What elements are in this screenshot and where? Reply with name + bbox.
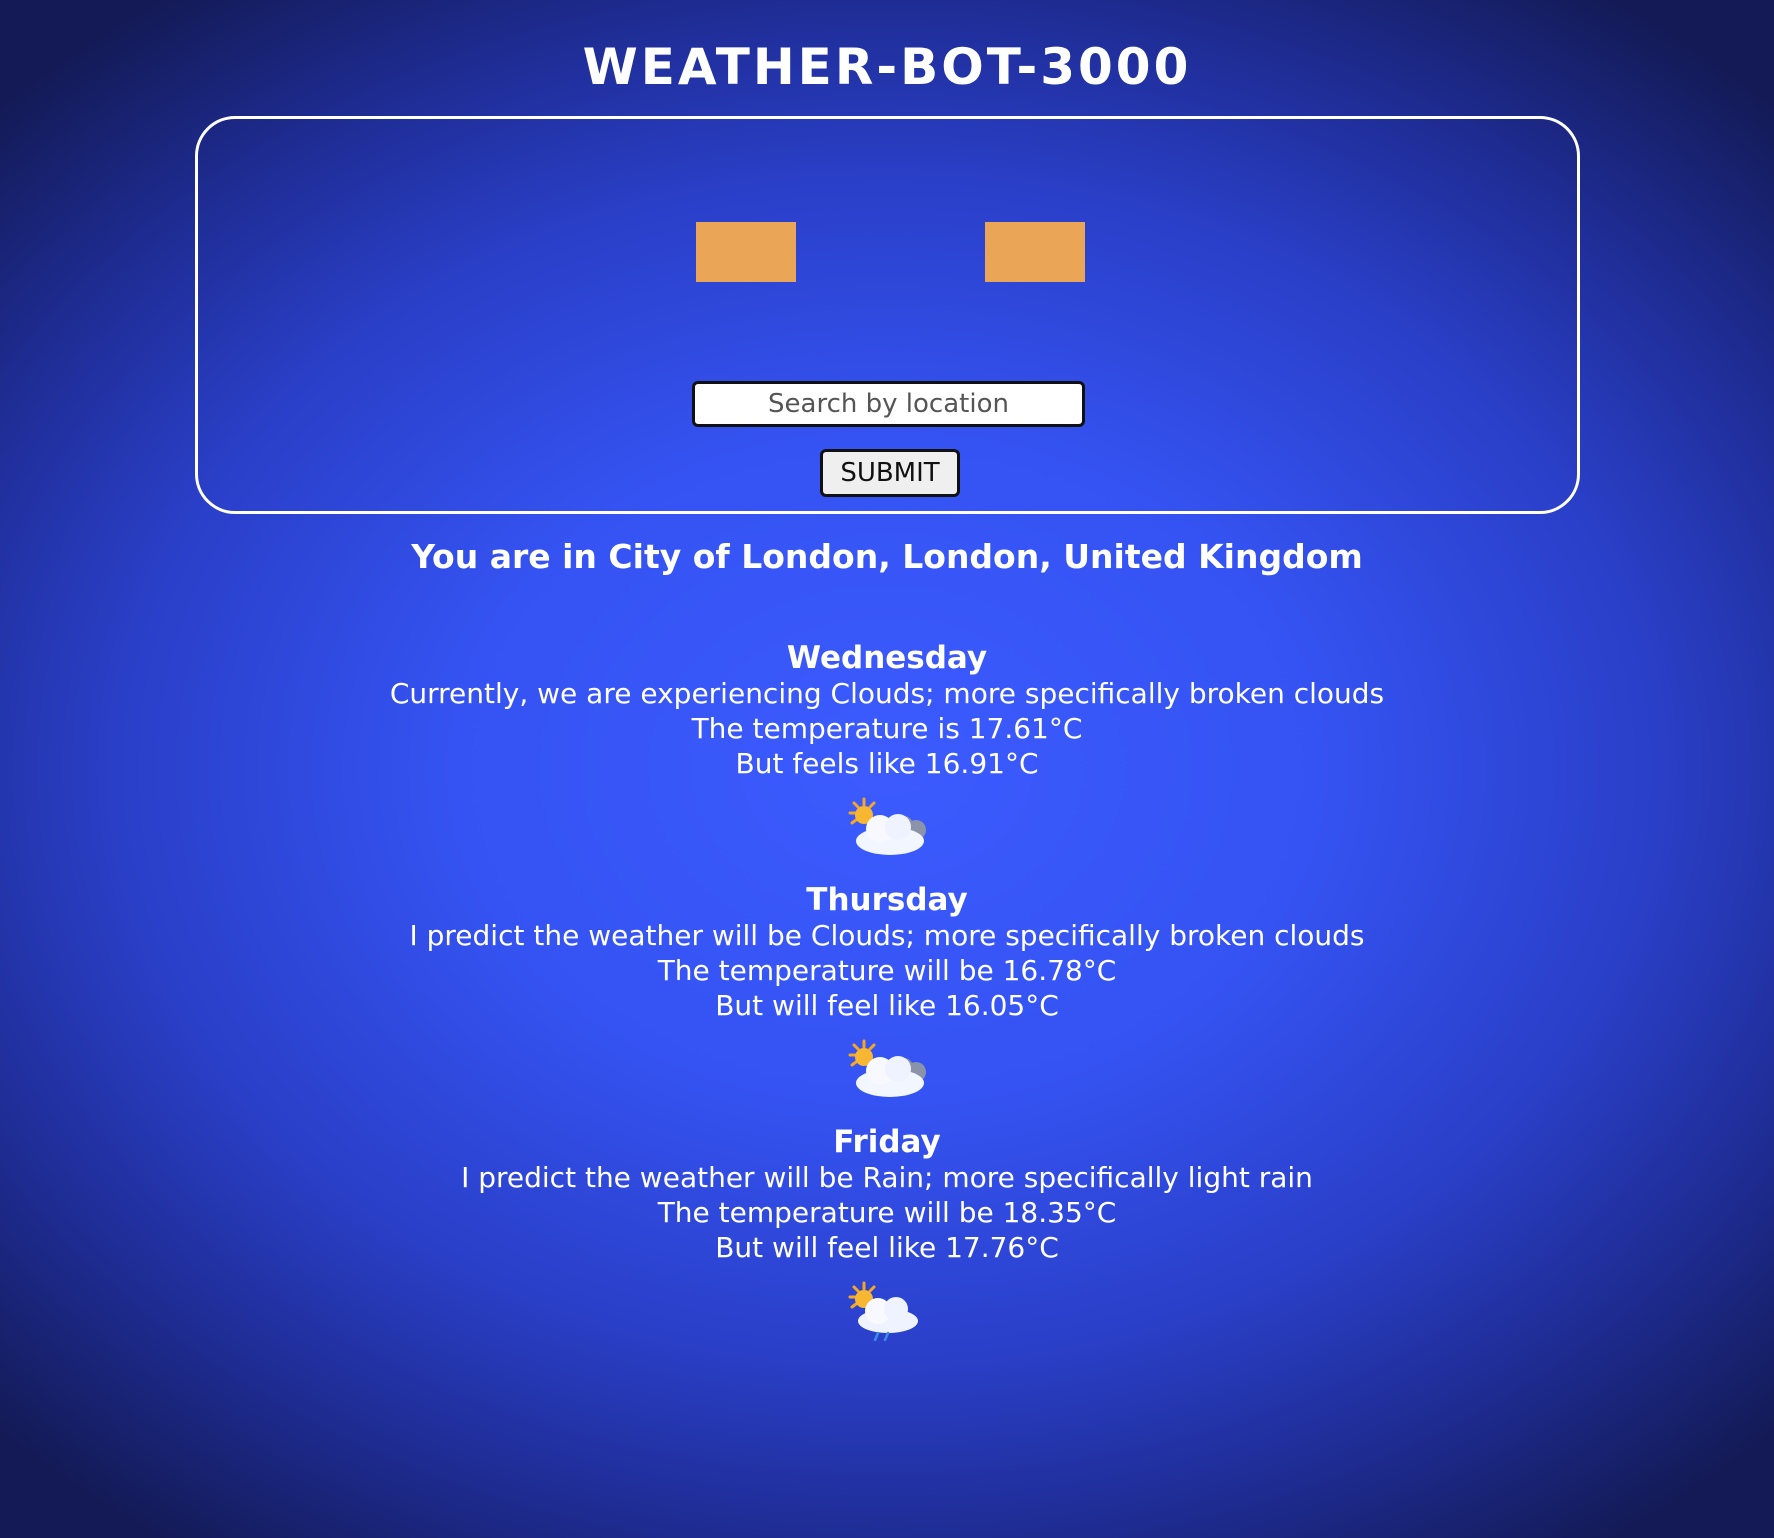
robot-right-eye [985, 222, 1085, 282]
sun-behind-cloud-icon [848, 1039, 926, 1097]
forecast-feels-like: But will feel like 17.76°C [715, 1231, 1059, 1264]
forecast-day-name: Friday [833, 1124, 941, 1160]
robot-left-eye [696, 222, 796, 282]
forecast-condition: I predict the weather will be Rain; more… [461, 1161, 1313, 1194]
forecast-day-name: Wednesday [786, 640, 988, 676]
forecast-temperature: The temperature will be 18.35°C [657, 1196, 1117, 1229]
forecast-feels-like: But feels like 16.91°C [735, 747, 1039, 780]
sun-behind-rain-cloud-icon [848, 1281, 918, 1341]
robot-face-panel: SUBMIT [195, 116, 1580, 514]
forecast-day-name: Thursday [806, 882, 968, 918]
forecast-temperature: The temperature is 17.61°C [691, 712, 1083, 745]
sun-behind-cloud-icon [848, 797, 926, 855]
forecast-temperature: The temperature will be 16.78°C [657, 954, 1117, 987]
forecast-condition: Currently, we are experiencing Clouds; m… [389, 677, 1385, 710]
search-input[interactable] [692, 381, 1085, 427]
app-title: WEATHER-BOT-3000 [582, 38, 1192, 96]
location-text: You are in City of London, London, Unite… [411, 537, 1363, 576]
forecast-day: Wednesday Currently, we are experiencing… [0, 640, 1774, 857]
submit-button[interactable]: SUBMIT [820, 449, 960, 497]
forecast-day: Friday I predict the weather will be Rai… [0, 1124, 1774, 1341]
forecast-feels-like: But will feel like 16.05°C [715, 989, 1059, 1022]
forecast-day: Thursday I predict the weather will be C… [0, 882, 1774, 1099]
forecast-condition: I predict the weather will be Clouds; mo… [409, 919, 1365, 952]
